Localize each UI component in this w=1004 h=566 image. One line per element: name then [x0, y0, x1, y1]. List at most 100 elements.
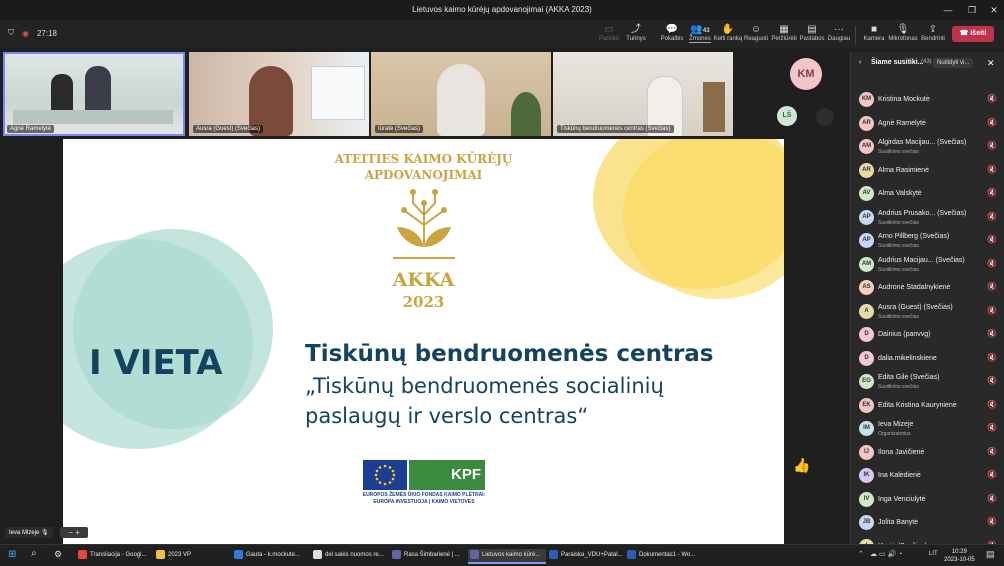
- decor-blob: [73, 229, 273, 429]
- app-icon: [234, 549, 243, 559]
- avatar: AP: [859, 209, 874, 225]
- project-title-line: „Tiskūnų bendruomenės socialinių: [305, 374, 664, 398]
- taskbar-app-label: 2023 VP: [168, 552, 192, 558]
- avatar: AR: [859, 162, 874, 178]
- participant-role: Organizatorius: [878, 431, 911, 437]
- participant-row[interactable]: IK Ina Kalėdienė 🔇: [851, 464, 1004, 488]
- participant-silhouette: [85, 66, 111, 116]
- participant-name: Edita Gile (Svečias): [878, 374, 940, 381]
- participant-name: Agnė Ramelytė: [878, 119, 926, 127]
- mic-off-icon: 🔇: [987, 258, 997, 268]
- close-panel-icon[interactable]: ✕: [987, 58, 995, 69]
- participant-row[interactable]: AV Alma Valskytė 🔇: [851, 182, 1004, 206]
- participant-name: Ieva Mizeje: [878, 421, 914, 428]
- taskbar-app[interactable]: Paraiska_VDU+Patal...: [547, 549, 625, 562]
- participant-role: Susitikimo svečias: [878, 384, 919, 390]
- participant-row[interactable]: IV Inga Venciulytė 🔇: [851, 488, 1004, 512]
- participant-row[interactable]: JB Jolita Banytė 🔇: [851, 511, 1004, 535]
- participant-row[interactable]: AR Alma Rasimienė 🔇: [851, 159, 1004, 183]
- participant-row[interactable]: D Dainius (panvvg) 🔇: [851, 323, 1004, 347]
- start-icon[interactable]: ⊞: [8, 549, 16, 560]
- tray-chevron-icon[interactable]: ⌃: [858, 550, 864, 558]
- participant-row[interactable]: AR Agnė Ramelytė 🔇: [851, 112, 1004, 136]
- system-clock[interactable]: 10:29 2023-10-05: [944, 548, 975, 564]
- participant-role: Susitikimo svečias: [878, 149, 919, 155]
- window-title: Lietuvos kaimo kūrėjų apdovanojimai (AKK…: [412, 5, 592, 14]
- app-icon: [78, 549, 87, 559]
- logo-year: 2023: [402, 293, 445, 311]
- taskbar-app[interactable]: Gauta - k.mockute...: [232, 549, 310, 562]
- participants-panel: ‹ Šiame susitiki... (43) Nutildyti vi...…: [850, 52, 1004, 554]
- avatar[interactable]: LŠ: [777, 106, 797, 126]
- meeting-timer: 27:18: [36, 28, 58, 38]
- back-icon[interactable]: ‹: [859, 59, 861, 66]
- participant-row[interactable]: AM Algirdas Macijau... (Svečias) Susitikim…: [851, 135, 1004, 159]
- kpf-logo: KPF: [409, 460, 485, 490]
- participant-row[interactable]: EK Edita Kristina Kaurynienė 🔇: [851, 394, 1004, 418]
- participant-name: dalia.mikelinskiene: [878, 354, 937, 362]
- participant-name: Ausra (Guest) (Svečias): [878, 303, 953, 311]
- reaction-icon: 👍: [793, 457, 811, 473]
- avatar: KM: [859, 92, 874, 107]
- akka-logo-icon: [393, 189, 455, 259]
- toolbar-button-share[interactable]: ⇪ Bendrinti: [916, 23, 950, 42]
- mic-off-icon: 🔇: [987, 399, 997, 409]
- participant-row[interactable]: IJ Ilona Javičienė 🔇: [851, 441, 1004, 465]
- mic-off-icon: 🔇: [987, 329, 997, 338]
- search-icon[interactable]: ⌕: [31, 548, 37, 559]
- toolbar-divider: [855, 26, 856, 44]
- participant-name: Algirdas Macijau... (Svečias): [878, 139, 967, 146]
- share-screen-icon: ⇪: [928, 24, 938, 35]
- video-tile[interactable]: Ausra (Guest) (Svečias): [189, 52, 369, 136]
- taskbar-app[interactable]: del salės nuomos re...: [311, 549, 389, 562]
- taskbar-app[interactable]: Dokumentas1 - Wo...: [625, 549, 703, 562]
- widgets-icon[interactable]: ⚙: [54, 549, 62, 560]
- participant-name: Andrius Prusako... (Svečias): [878, 209, 967, 217]
- overflow-indicator[interactable]: [816, 108, 834, 126]
- toolbar-button-more[interactable]: ··· Daugiau: [822, 23, 856, 42]
- mic-off-icon: 🔇: [987, 164, 997, 174]
- cabinet: [703, 82, 725, 132]
- avatar[interactable]: KM: [790, 58, 822, 90]
- taskbar-app[interactable]: Transliacija - Googl...: [76, 549, 154, 562]
- taskbar-app[interactable]: Lietuvos kaimo kūrė...: [468, 549, 546, 564]
- meeting-status: ⛉ ◉ 27:18: [8, 28, 57, 38]
- participant-silhouette: [51, 74, 73, 114]
- mic-off-icon: 🔇: [987, 94, 997, 103]
- input-language[interactable]: LIT: [929, 551, 938, 557]
- close-icon[interactable]: ✕: [984, 2, 1004, 18]
- participant-row[interactable]: AS Audronė Stadalnykienė 🔇: [851, 276, 1004, 300]
- participant-row[interactable]: KM Kristina Mockutė 🔇: [851, 88, 1004, 112]
- taskbar-app[interactable]: Rasa Šimbarienė | ...: [390, 549, 468, 562]
- mic-off-icon: 🎙: [896, 24, 910, 35]
- participant-row[interactable]: EG Edita Gile (Svečias) Susitikimo svečias…: [851, 370, 1004, 394]
- notification-icon[interactable]: ▤: [986, 549, 995, 560]
- app-icon: [392, 549, 401, 559]
- avatar: AR: [859, 115, 874, 131]
- taskbar-app[interactable]: 2023 VP: [154, 549, 232, 562]
- zoom-control[interactable]: − +: [60, 527, 88, 538]
- award-place: I VIETA: [89, 343, 223, 383]
- maximize-icon[interactable]: ❐: [962, 2, 982, 18]
- participant-row[interactable]: AM Audrius Macijau... (Svečias) Susitikimo…: [851, 253, 1004, 277]
- mic-off-icon: 🔇: [987, 517, 997, 526]
- avatar: AP: [859, 233, 874, 248]
- avatar: IM: [859, 421, 874, 436]
- minimize-icon[interactable]: —: [938, 2, 958, 18]
- participant-row[interactable]: AP Arno Pillberg (Svečias) Susitikimo sveč…: [851, 229, 1004, 253]
- leave-button[interactable]: ☎ Išeiti: [952, 26, 994, 42]
- participant-row[interactable]: IM Ieva Mizeje Organizatorius 🔇: [851, 417, 1004, 441]
- toolbar-button-turinys[interactable]: ⤴ Turinys: [619, 23, 653, 42]
- participant-row[interactable]: Ddalia.mikelinskiene 🔇: [851, 347, 1004, 371]
- participant-row[interactable]: A Ausra (Guest) (Svečias) Susitikimo sveči…: [851, 300, 1004, 324]
- tray-icons[interactable]: ☁ ▭ 🔊 ◔: [870, 550, 902, 558]
- video-tile[interactable]: Agnė Ramelytė: [3, 52, 185, 136]
- video-tile[interactable]: Tiskūnų bendruomenės centras (Svečias): [553, 52, 733, 136]
- self-view-name: Ieva Mizeje 🎙: [5, 527, 53, 538]
- toolbar-button-mic[interactable]: 🎙 Mikrofonas: [886, 23, 920, 42]
- taskbar-app-label: Paraiska_VDU+Patal...: [561, 552, 623, 558]
- participant-row[interactable]: AP Andrius Prusako... (Svečias) Susitikimo…: [851, 206, 1004, 230]
- video-tile[interactable]: Iūratė (Svečias): [371, 52, 551, 136]
- mute-all-button[interactable]: Nutildyti vi...: [933, 58, 974, 68]
- avatar: A: [859, 303, 874, 319]
